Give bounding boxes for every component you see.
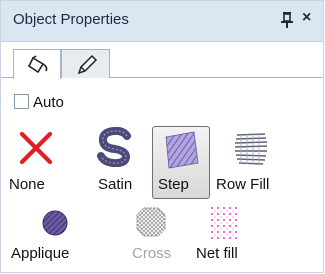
satin-s-icon	[97, 127, 131, 167]
fill-bucket-icon	[27, 55, 48, 74]
tool-satin-label: Satin	[98, 176, 133, 193]
tool-row-fill-label: Row Fill	[216, 176, 270, 193]
pin-icon[interactable]	[280, 10, 294, 30]
none-x-icon	[19, 131, 53, 165]
tool-cross-label: Cross	[132, 245, 172, 262]
tab-fill[interactable]	[13, 49, 61, 79]
tool-none-label: None	[9, 176, 45, 193]
cross-stitch-icon	[136, 207, 166, 237]
panel-titlebar: Object Properties ×	[1, 1, 323, 42]
close-icon[interactable]: ×	[302, 9, 311, 27]
pencil-icon	[77, 54, 98, 75]
tab-strip	[1, 42, 323, 79]
tool-step-label: Step	[158, 176, 189, 193]
auto-label: Auto	[33, 94, 64, 111]
panel-title: Object Properties	[13, 11, 129, 28]
object-properties-panel: Object Properties × Auto None Satin Step…	[0, 0, 324, 273]
auto-checkbox[interactable]	[14, 94, 29, 109]
tool-net-fill-label: Net fill	[196, 245, 238, 262]
step-fill-icon	[165, 131, 199, 169]
row-fill-icon	[234, 133, 268, 165]
applique-icon	[42, 210, 68, 236]
tool-applique-label: Applique	[11, 245, 70, 262]
net-fill-icon	[211, 207, 237, 239]
tab-outline[interactable]	[61, 49, 110, 78]
